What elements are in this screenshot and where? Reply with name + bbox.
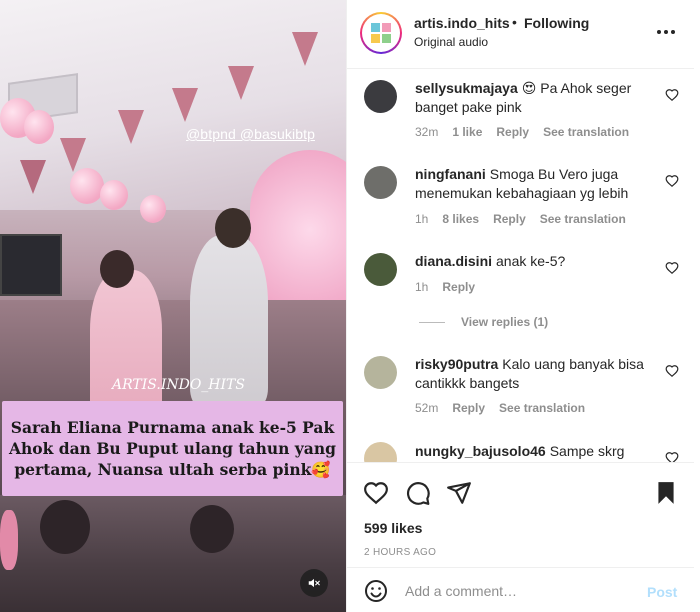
view-replies-button[interactable]: View replies (1) — [419, 315, 548, 329]
comment-icon[interactable] — [405, 480, 431, 506]
comment-likes[interactable]: 8 likes — [442, 212, 479, 226]
commenter-avatar[interactable] — [364, 356, 397, 389]
commenter-username[interactable]: diana.disini — [415, 253, 492, 269]
post-header: artis.indo_hits • Following Original aud… — [347, 0, 694, 69]
media-tag-text[interactable]: @btpnd @basukibtp — [186, 126, 315, 142]
heart-icon[interactable] — [665, 174, 679, 188]
media-pennant — [228, 66, 254, 100]
reply-button[interactable]: Reply — [452, 401, 485, 415]
commenter-avatar[interactable] — [364, 442, 397, 462]
post-panel: artis.indo_hits • Following Original aud… — [346, 0, 694, 612]
audio-link[interactable]: Original audio — [414, 35, 488, 49]
comment-meta: 1h Reply — [415, 280, 475, 294]
see-translation-button[interactable]: See translation — [540, 212, 626, 226]
heart-icon[interactable] — [665, 364, 679, 378]
brand-logo-icon — [371, 23, 391, 43]
media-balloon — [24, 110, 54, 144]
author-username[interactable]: artis.indo_hits — [414, 15, 510, 31]
post-time[interactable]: 2 HOURS AGO — [364, 547, 436, 558]
media-tv-screen — [0, 234, 62, 296]
media-pennant — [172, 88, 198, 122]
media-pennant — [60, 138, 86, 172]
header-separator: • — [512, 14, 517, 30]
heart-icon[interactable] — [665, 88, 679, 102]
media-caption-box: Sarah Eliana Purnama anak ke-5 Pak Ahok … — [2, 401, 343, 496]
commenter-username[interactable]: sellysukmajaya — [415, 80, 518, 96]
commenter-username[interactable]: ningfanani — [415, 166, 486, 182]
comment-body: sellysukmajaya 😍 Pa Ahok seger banget pak… — [415, 79, 655, 117]
heart-icon[interactable] — [363, 480, 389, 506]
comment-body: ningfanani Smoga Bu Vero juga menemukan k… — [415, 165, 655, 203]
media-pennant — [20, 160, 46, 194]
media-balloon — [100, 180, 128, 210]
author-avatar-inner — [362, 14, 400, 52]
commenter-avatar[interactable] — [364, 166, 397, 199]
comment-meta: 32m 1 like Reply See translation — [415, 125, 629, 139]
more-horizontal-icon[interactable] — [655, 22, 677, 42]
author-avatar[interactable] — [360, 12, 402, 54]
commenter-username[interactable]: nungky_bajusolo46 — [415, 443, 546, 459]
comment-likes[interactable]: 1 like — [452, 125, 482, 139]
comment-body: diana.disini anak ke-5? — [415, 252, 655, 271]
media-balloon — [140, 195, 166, 223]
post-comment-button[interactable]: Post — [647, 584, 677, 600]
comment-text: Sampe skrg — [549, 443, 625, 459]
commenter-avatar[interactable] — [364, 80, 397, 113]
reply-button[interactable]: Reply — [493, 212, 526, 226]
emoji-icon[interactable] — [364, 579, 388, 603]
post-media[interactable]: @btpnd @basukibtp ARTIS.INDO_HITS Sarah … — [0, 0, 346, 612]
media-crowd-head — [40, 500, 90, 554]
add-comment-row: Post — [347, 567, 694, 612]
comment-time: 32m — [415, 125, 439, 139]
comment-text: anak ke-5? — [496, 253, 566, 269]
heart-icon[interactable] — [665, 261, 679, 275]
comment-input[interactable] — [405, 578, 635, 604]
media-caption-text: Sarah Eliana Purnama anak ke-5 Pak Ahok … — [9, 418, 336, 479]
media-person-woman — [90, 270, 162, 420]
media-person-man-head — [215, 208, 251, 248]
reply-button[interactable]: Reply — [442, 280, 475, 294]
media-balloon — [70, 168, 104, 204]
heart-icon[interactable] — [665, 451, 679, 462]
see-translation-button[interactable]: See translation — [543, 125, 629, 139]
media-crowd-head — [190, 505, 234, 553]
comments-list[interactable]: sellysukmajaya 😍 Pa Ahok seger banget pak… — [347, 70, 694, 462]
comment-meta: 52m Reply See translation — [415, 401, 585, 415]
comment-body: risky90putra Kalo uang banyak bisa cantik… — [415, 355, 655, 393]
media-pennant — [118, 110, 144, 144]
comment-time: 1h — [415, 280, 429, 294]
comment-body: nungky_bajusolo46 Sampe skrg — [415, 442, 655, 461]
reply-button[interactable]: Reply — [496, 125, 529, 139]
following-button[interactable]: Following — [524, 15, 589, 31]
share-icon[interactable] — [446, 480, 472, 506]
view-replies-label: View replies (1) — [461, 315, 549, 329]
bookmark-icon[interactable] — [653, 480, 679, 506]
post-actions: 599 likes 2 HOURS AGO Post — [347, 462, 694, 612]
media-watermark: ARTIS.INDO_HITS — [112, 377, 245, 393]
likes-count[interactable]: 599 likes — [364, 520, 422, 536]
commenter-avatar[interactable] — [364, 253, 397, 286]
mute-button[interactable] — [300, 569, 328, 597]
media-pennant — [292, 32, 318, 66]
view-replies-line — [419, 321, 445, 323]
commenter-username[interactable]: risky90putra — [415, 356, 498, 372]
media-balloon — [0, 510, 18, 570]
see-translation-button[interactable]: See translation — [499, 401, 585, 415]
speaker-muted-icon — [308, 578, 320, 588]
comment-meta: 1h 8 likes Reply See translation — [415, 212, 626, 226]
media-person-woman-head — [100, 250, 134, 288]
comment-time: 1h — [415, 212, 429, 226]
comment-time: 52m — [415, 401, 439, 415]
